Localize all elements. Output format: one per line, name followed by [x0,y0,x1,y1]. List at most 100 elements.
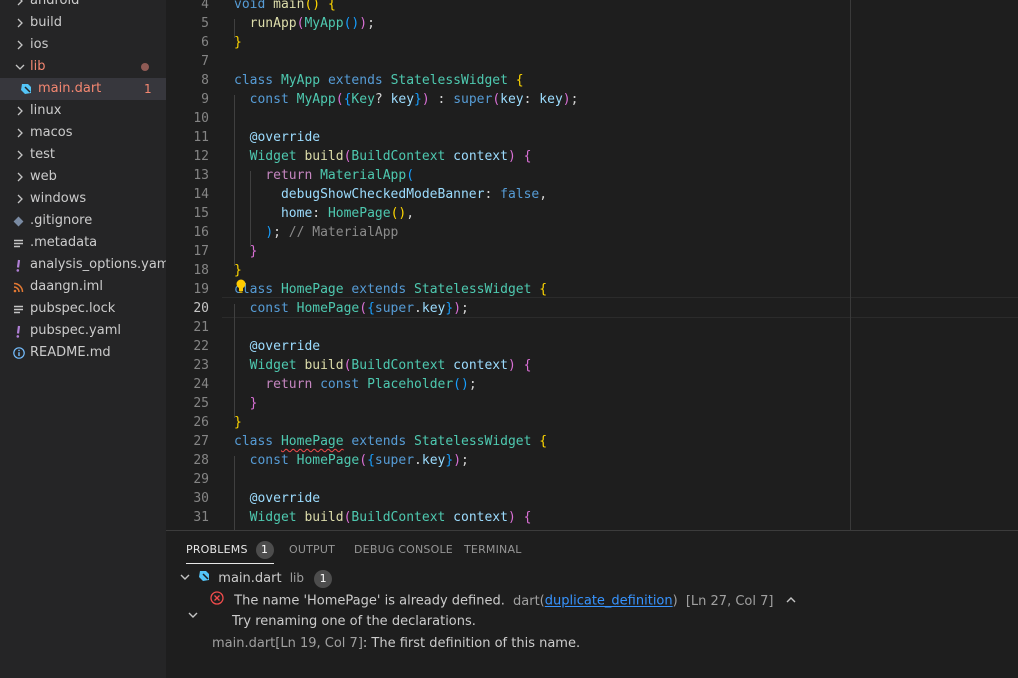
problem-file-folder: lib [289,571,304,585]
code-line[interactable]: 14 debugShowCheckedModeBanner: false, [166,185,1018,204]
explorer-item-label: windows [30,191,87,206]
code-line[interactable]: 26} [166,413,1018,432]
code-line[interactable]: 25 } [166,394,1018,413]
code-token: const [249,92,289,107]
code-token: ; [468,377,477,392]
explorer-item-pubspec-yaml[interactable]: pubspec.yaml [0,320,166,342]
tab-problems[interactable]: PROBLEMS 1 [186,541,274,564]
problem-file-row[interactable]: main.dart lib 1 [180,569,333,588]
code-line[interactable]: 11 @override [166,128,1018,147]
code-line[interactable]: 4 void main() { [166,0,1018,14]
code-line[interactable]: 19 class HomePage extends StatelessWidget… [166,280,1018,299]
lightbulb-icon[interactable] [236,279,246,293]
code-line[interactable]: 28 const HomePage({super.key}); [166,451,1018,470]
explorer-item-metadata[interactable]: .metadata [0,232,166,254]
line-number: 9 [201,92,209,107]
code-line[interactable]: 20 const HomePage({super.key}); [166,299,1018,318]
code-token: HomePage [280,434,344,449]
line-number: 12 [193,149,209,164]
code-token: const [320,377,360,392]
explorer-item-lib[interactable]: lib [0,56,166,78]
code-line[interactable]: 9 const MyApp({Key? key}) : super(key: k… [166,90,1018,109]
code-token: return [265,168,313,183]
explorer-item-test[interactable]: test [0,144,166,166]
problems-count-badge: 1 [255,541,274,559]
explorer-item-ios[interactable]: ios [0,34,166,56]
code-line[interactable]: 5 runApp(MyApp()); [166,14,1018,33]
explorer-item-gitignore[interactable]: .gitignore [0,210,166,232]
explorer-item-build[interactable]: build [0,12,166,34]
explorer-item-readme-md[interactable]: README.md [0,342,166,364]
explorer-item-android[interactable]: android [0,0,166,12]
code-text: home: HomePage(), [234,204,414,223]
tab-terminal[interactable]: TERMINAL [464,541,522,563]
code-line[interactable]: 18} [166,261,1018,280]
code-token: false [500,187,540,202]
code-token: context [453,358,508,373]
code-token: { [367,301,375,316]
code-token: ) [507,358,516,373]
code-line[interactable]: 29 [166,470,1018,489]
code-line[interactable]: 27 class HomePage extends StatelessWidget… [166,432,1018,451]
line-number: 16 [193,225,209,240]
code-token: { [539,282,548,297]
chevron-down-icon[interactable] [188,605,198,624]
problem-error-row[interactable]: The name 'HomePage' is already defined. … [210,591,796,609]
code-token: ( [406,168,415,183]
explorer-item-label: daangn.iml [30,279,103,294]
code-token: () [343,16,360,31]
tab-debug-console[interactable]: DEBUG CONSOLE [354,541,453,563]
chevron-right-icon [15,12,25,34]
code-line[interactable]: 8 class MyApp extends StatelessWidget { [166,71,1018,90]
code-line[interactable]: 12 Widget build(BuildContext context) { [166,147,1018,166]
code-editor[interactable]: 4 void main() {5 runApp(MyApp()); 6} 7 8 clas… [166,0,1018,530]
code-line[interactable]: 24 return const Placeholder(); [166,375,1018,394]
code-text: const MyApp({Key? key}) : super(key: key… [234,90,579,109]
explorer-item-main-dart[interactable]: main.dart 1 [0,78,166,100]
code-token: build [304,358,344,373]
code-token: : [523,92,540,107]
explorer-item-linux[interactable]: linux [0,100,166,122]
code-token: } [249,244,258,259]
explorer-item-label: .metadata [30,235,98,250]
code-line[interactable]: 15 home: HomePage(), [166,204,1018,223]
code-line[interactable]: 22 @override [166,337,1018,356]
code-token: ( [492,92,501,107]
code-line[interactable]: 7 [166,52,1018,71]
explorer-item-daangn-iml[interactable]: daangn.iml [0,276,166,298]
code-line[interactable]: 30 @override [166,489,1018,508]
explorer-item-web[interactable]: web [0,166,166,188]
code-line[interactable]: 31 Widget build(BuildContext context) { [166,508,1018,527]
explorer-item-label: test [30,147,55,162]
chevron-up-icon[interactable] [786,593,796,611]
code-token: void [234,0,266,12]
code-token: HomePage [296,453,360,468]
error-dot-icon [141,63,149,71]
code-line[interactable]: 13 return MaterialApp( [166,166,1018,185]
code-token: super [453,92,493,107]
code-line[interactable]: 23 Widget build(BuildContext context) { [166,356,1018,375]
code-token: { [515,73,524,88]
explorer-item-analysis-options-yaml[interactable]: analysis_options.yaml [0,254,166,276]
explorer-item-windows[interactable]: windows [0,188,166,210]
code-line[interactable]: 10 [166,109,1018,128]
explorer-item-pubspec-lock[interactable]: pubspec.lock [0,298,166,320]
chevron-down-icon[interactable] [180,570,194,588]
code-line[interactable]: 16 ); // MaterialApp [166,223,1018,242]
code-line[interactable]: 6} [166,33,1018,52]
code-line[interactable]: 21 [166,318,1018,337]
code-text: ); // MaterialApp [234,223,398,242]
code-token: , [539,187,548,202]
explorer-item-macos[interactable]: macos [0,122,166,144]
tab-output[interactable]: OUTPUT [289,541,335,563]
code-line[interactable]: 17 } [166,242,1018,261]
line-number: 13 [193,168,209,183]
error-code-link[interactable]: duplicate_definition [545,594,673,609]
related-information-row[interactable]: main.dart[Ln 19, Col 7]: The first defin… [212,635,580,653]
